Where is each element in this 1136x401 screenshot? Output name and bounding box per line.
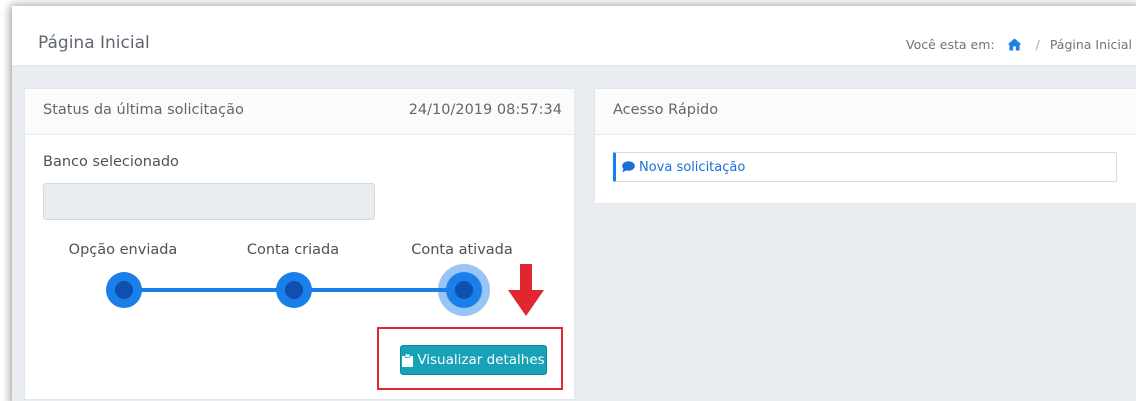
- page-title: Página Inicial: [38, 33, 150, 53]
- new-request-link[interactable]: Nova solicitação: [613, 152, 1117, 182]
- comment-icon: [622, 161, 635, 173]
- bank-field: [43, 183, 375, 220]
- quick-access-title: Acesso Rápido: [613, 102, 719, 118]
- view-details-button[interactable]: Visualizar detalhes: [400, 345, 547, 375]
- status-card-header: Status da última solicitação 24/10/2019 …: [25, 89, 574, 135]
- breadcrumb-current: Página Inicial: [1049, 37, 1132, 52]
- bank-label: Banco selecionado: [43, 154, 179, 170]
- status-card: Status da última solicitação 24/10/2019 …: [24, 88, 575, 400]
- status-card-title: Status da última solicitação: [43, 102, 244, 118]
- step-label-created: Conta criada: [246, 242, 340, 258]
- top-bar: Página Inicial Você esta em: / Página In…: [12, 6, 1136, 66]
- step-dot-activated: [446, 272, 482, 308]
- breadcrumb: Você esta em: / Página Inicial: [906, 37, 1132, 52]
- quick-access-header: Acesso Rápido: [595, 89, 1136, 135]
- breadcrumb-separator: /: [1035, 37, 1040, 52]
- step-label-sent: Opção enviada: [68, 242, 178, 258]
- arrow-down-icon: [508, 264, 544, 316]
- view-details-label: Visualizar detalhes: [417, 352, 545, 368]
- clipboard-icon: [402, 353, 414, 367]
- home-icon[interactable]: [1007, 38, 1022, 51]
- quick-access-card: Acesso Rápido Nova solicitação: [594, 88, 1136, 204]
- new-request-label: Nova solicitação: [639, 159, 746, 175]
- step-dot-created: [276, 272, 312, 308]
- status-datetime: 24/10/2019 08:57:34: [408, 102, 562, 118]
- step-dot-sent: [106, 272, 142, 308]
- breadcrumb-prefix: Você esta em:: [906, 37, 995, 52]
- app-frame: Página Inicial Você esta em: / Página In…: [12, 6, 1136, 401]
- step-label-activated: Conta ativada: [411, 242, 513, 258]
